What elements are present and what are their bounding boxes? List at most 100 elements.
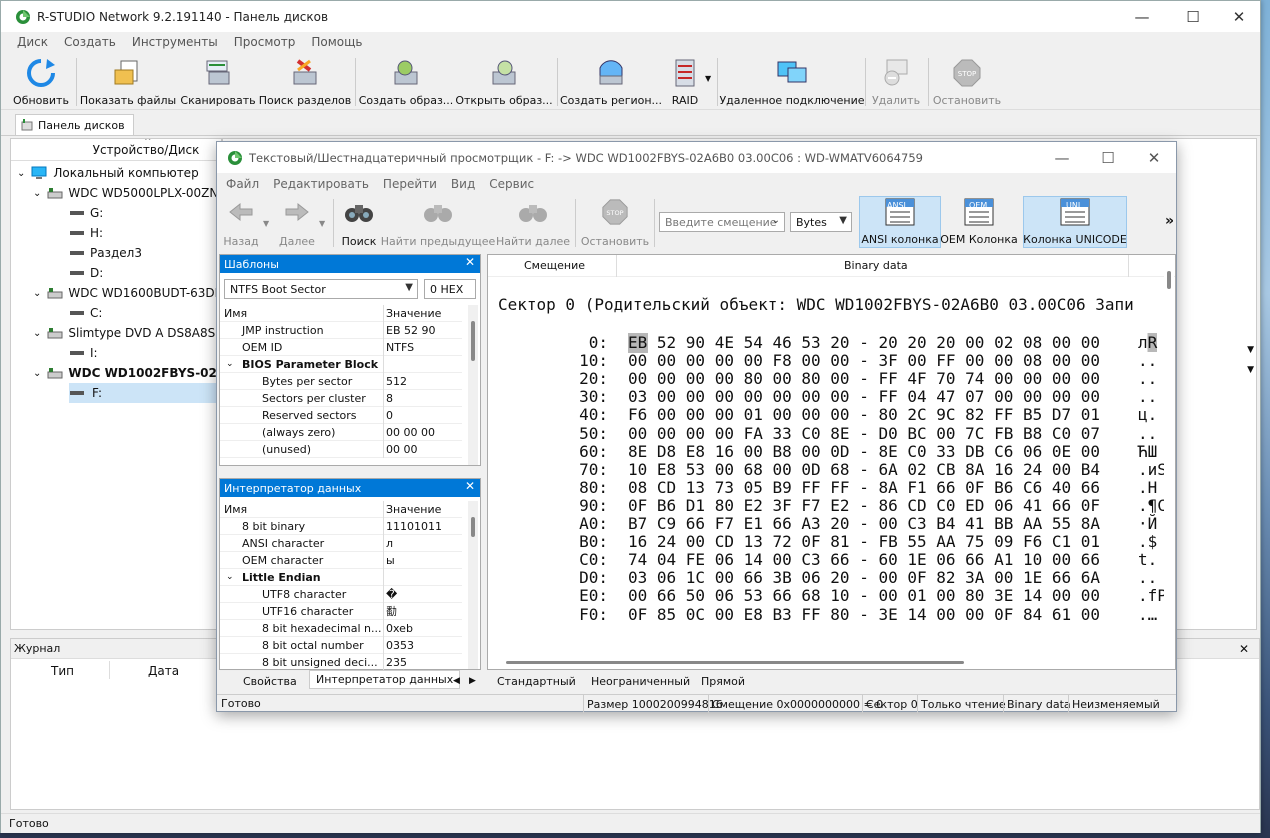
- hex-bytes[interactable]: 08 CD 13 73 05 B9 FF FF - 8A F1 66 0F B6…: [628, 478, 1100, 498]
- open-image-button[interactable]: Открыть образ...: [455, 57, 553, 109]
- tree-item[interactable]: C:: [69, 303, 102, 323]
- viewer-menu-view[interactable]: Вид: [451, 177, 475, 191]
- ansi-text[interactable]: .Н: [1138, 478, 1157, 498]
- hex-bytes[interactable]: 10 E8 53 00 68 00 0D 68 - 6A 02 CB 8A 16…: [628, 460, 1100, 480]
- viewer-minimize-button[interactable]: —: [1039, 142, 1085, 173]
- dropdown-arrow-icon[interactable]: ▼: [1247, 365, 1254, 375]
- expand-chevron-icon[interactable]: ⌄: [33, 368, 41, 379]
- property-row[interactable]: OEM character ы: [220, 551, 462, 569]
- property-row[interactable]: OEM ID NTFS: [220, 338, 462, 356]
- hex-bytes[interactable]: 0F B6 D1 80 E2 3F F7 E2 - 86 CD C0 ED 06…: [628, 496, 1100, 516]
- hex-row[interactable]: 50:: [548, 424, 608, 444]
- journal-col-date[interactable]: Дата: [148, 664, 179, 678]
- hex-row[interactable]: E0:: [548, 586, 608, 606]
- unicode-column-toggle[interactable]: Колонка UNICODE UNI: [1023, 196, 1127, 248]
- property-row[interactable]: Sectors per cluster 8: [220, 389, 462, 407]
- tab-properties[interactable]: Свойства: [243, 675, 297, 688]
- interpreter-scrollbar[interactable]: [468, 501, 478, 669]
- ansi-text[interactable]: .fP: [1138, 586, 1167, 606]
- ansi-text[interactable]: ..: [1138, 568, 1157, 588]
- ansi-text[interactable]: ..: [1138, 369, 1157, 389]
- ansi-text[interactable]: ..: [1138, 424, 1157, 444]
- ansi-text[interactable]: ·Й: [1138, 514, 1157, 534]
- delete-button[interactable]: Удалить: [869, 57, 923, 109]
- tree-item[interactable]: I:: [69, 343, 98, 363]
- viewer-menu-file[interactable]: Файл: [226, 177, 259, 191]
- close-button[interactable]: ✕: [1216, 1, 1262, 32]
- tree-item[interactable]: F:: [69, 383, 221, 403]
- hex-bytes[interactable]: 00 66 50 06 53 66 68 10 - 00 01 00 80 3E…: [628, 586, 1100, 606]
- tree-item[interactable]: ⌄ Slimtype DVD A DS8A8SH: [33, 323, 221, 343]
- find-partitions-button[interactable]: Поиск разделов: [259, 57, 351, 109]
- hex-hscrollbar[interactable]: [506, 661, 964, 664]
- ansi-text[interactable]: .…: [1138, 605, 1157, 625]
- template-select[interactable]: NTFS Boot Sector ▼: [224, 279, 418, 299]
- property-row[interactable]: 8 bit unsigned deci... 235: [220, 653, 462, 671]
- tab-scroll-left-icon[interactable]: ◀: [453, 676, 460, 686]
- hex-row[interactable]: 60:: [548, 442, 608, 462]
- expand-chevron-icon[interactable]: ⌄: [33, 188, 41, 199]
- hex-bytes[interactable]: EB 52 90 4E 54 46 53 20 - 20 20 20 00 02…: [628, 333, 1100, 353]
- hex-vscrollbar[interactable]: [1164, 267, 1174, 657]
- ansi-text[interactable]: лR: [1138, 333, 1158, 353]
- tab-unlimited[interactable]: Неограниченный: [591, 675, 690, 688]
- templates-scrollbar[interactable]: [468, 305, 478, 465]
- ansi-column-toggle[interactable]: ANSI колонка ANSI: [859, 196, 941, 248]
- hex-view[interactable]: Смещение Binary data Сектор 0 (Родительс…: [487, 254, 1176, 670]
- raid-button[interactable]: RAID: [663, 57, 707, 109]
- property-row[interactable]: ⌄ Little Endian: [220, 568, 462, 586]
- find-previous-button[interactable]: Найти предыдущее: [381, 197, 495, 249]
- back-button[interactable]: Назад: [223, 197, 259, 249]
- maximize-button[interactable]: ☐: [1170, 1, 1216, 32]
- property-row[interactable]: Reserved sectors 0: [220, 406, 462, 424]
- ansi-text[interactable]: t.: [1138, 550, 1157, 570]
- viewer-maximize-button[interactable]: ☐: [1085, 142, 1131, 173]
- scan-button[interactable]: Сканировать: [180, 57, 256, 109]
- hex-bytes[interactable]: 0F 85 0C 00 E8 B3 FF 80 - 3E 14 00 00 0F…: [628, 605, 1100, 625]
- create-region-button[interactable]: Создать регион...: [560, 57, 662, 109]
- forward-dropdown-icon[interactable]: ▼: [319, 219, 325, 228]
- hex-row[interactable]: D0:: [548, 568, 608, 588]
- hex-row[interactable]: 30:: [548, 387, 608, 407]
- menu-tools[interactable]: Инструменты: [132, 35, 218, 49]
- minimize-button[interactable]: —: [1119, 1, 1165, 32]
- menu-disk[interactable]: Диск: [17, 35, 48, 49]
- ansi-text[interactable]: .¶С: [1138, 496, 1167, 516]
- tree-item[interactable]: ⌄ Локальный компьютер: [17, 163, 199, 183]
- viewer-close-button[interactable]: ✕: [1131, 142, 1177, 173]
- tab-data-interpreter[interactable]: Интерпретатор данных: [309, 670, 461, 689]
- property-row[interactable]: ANSI character л: [220, 534, 462, 552]
- property-row[interactable]: JMP instruction EB 52 90: [220, 321, 462, 339]
- interpreter-close-icon[interactable]: ✕: [465, 479, 475, 493]
- templates-close-icon[interactable]: ✕: [465, 255, 475, 269]
- find-next-button[interactable]: Найти далее: [496, 197, 570, 249]
- ansi-text[interactable]: ..: [1138, 351, 1157, 371]
- ansi-text[interactable]: ..: [1138, 387, 1157, 407]
- hex-bytes[interactable]: F6 00 00 00 01 00 00 00 - 80 2C 9C 82 FF…: [628, 405, 1100, 425]
- ansi-text[interactable]: ц.: [1138, 405, 1157, 425]
- journal-close-icon[interactable]: ✕: [1239, 642, 1249, 656]
- ansi-text[interactable]: .иS: [1138, 460, 1167, 480]
- property-row[interactable]: UTF8 character �: [220, 585, 462, 603]
- search-button[interactable]: Поиск: [339, 197, 379, 249]
- expand-chevron-icon[interactable]: ⌄: [33, 288, 41, 299]
- tree-item[interactable]: G:: [69, 203, 103, 223]
- hex-bytes[interactable]: 00 00 00 00 FA 33 C0 8E - D0 BC 00 7C FB…: [628, 424, 1100, 444]
- hex-row[interactable]: 10:: [548, 351, 608, 371]
- hex-row[interactable]: 80:: [548, 478, 608, 498]
- raid-dropdown-arrow-icon[interactable]: ▼: [705, 74, 711, 83]
- tree-item[interactable]: D:: [69, 263, 103, 283]
- tree-item[interactable]: ⌄ WDC WD1600BUDT-63DPZ: [33, 283, 221, 303]
- viewer-menu-edit[interactable]: Редактировать: [273, 177, 369, 191]
- hex-row[interactable]: A0:: [548, 514, 608, 534]
- oem-column-toggle[interactable]: OEM Колонка OEM: [940, 197, 1018, 249]
- hex-bytes[interactable]: 8E D8 E8 16 00 B8 00 0D - 8E C0 33 DB C6…: [628, 442, 1100, 462]
- create-image-button[interactable]: Создать образ...: [359, 57, 453, 109]
- forward-button[interactable]: Далее: [279, 197, 315, 249]
- menu-view[interactable]: Просмотр: [234, 35, 296, 49]
- property-row[interactable]: (unused) 00 00: [220, 440, 462, 458]
- show-files-button[interactable]: Показать файлы: [80, 57, 176, 109]
- remote-connection-button[interactable]: Удаленное подключение: [719, 57, 865, 109]
- template-offset-input[interactable]: 0 HEX: [424, 279, 476, 299]
- tab-standard[interactable]: Стандартный: [497, 675, 576, 688]
